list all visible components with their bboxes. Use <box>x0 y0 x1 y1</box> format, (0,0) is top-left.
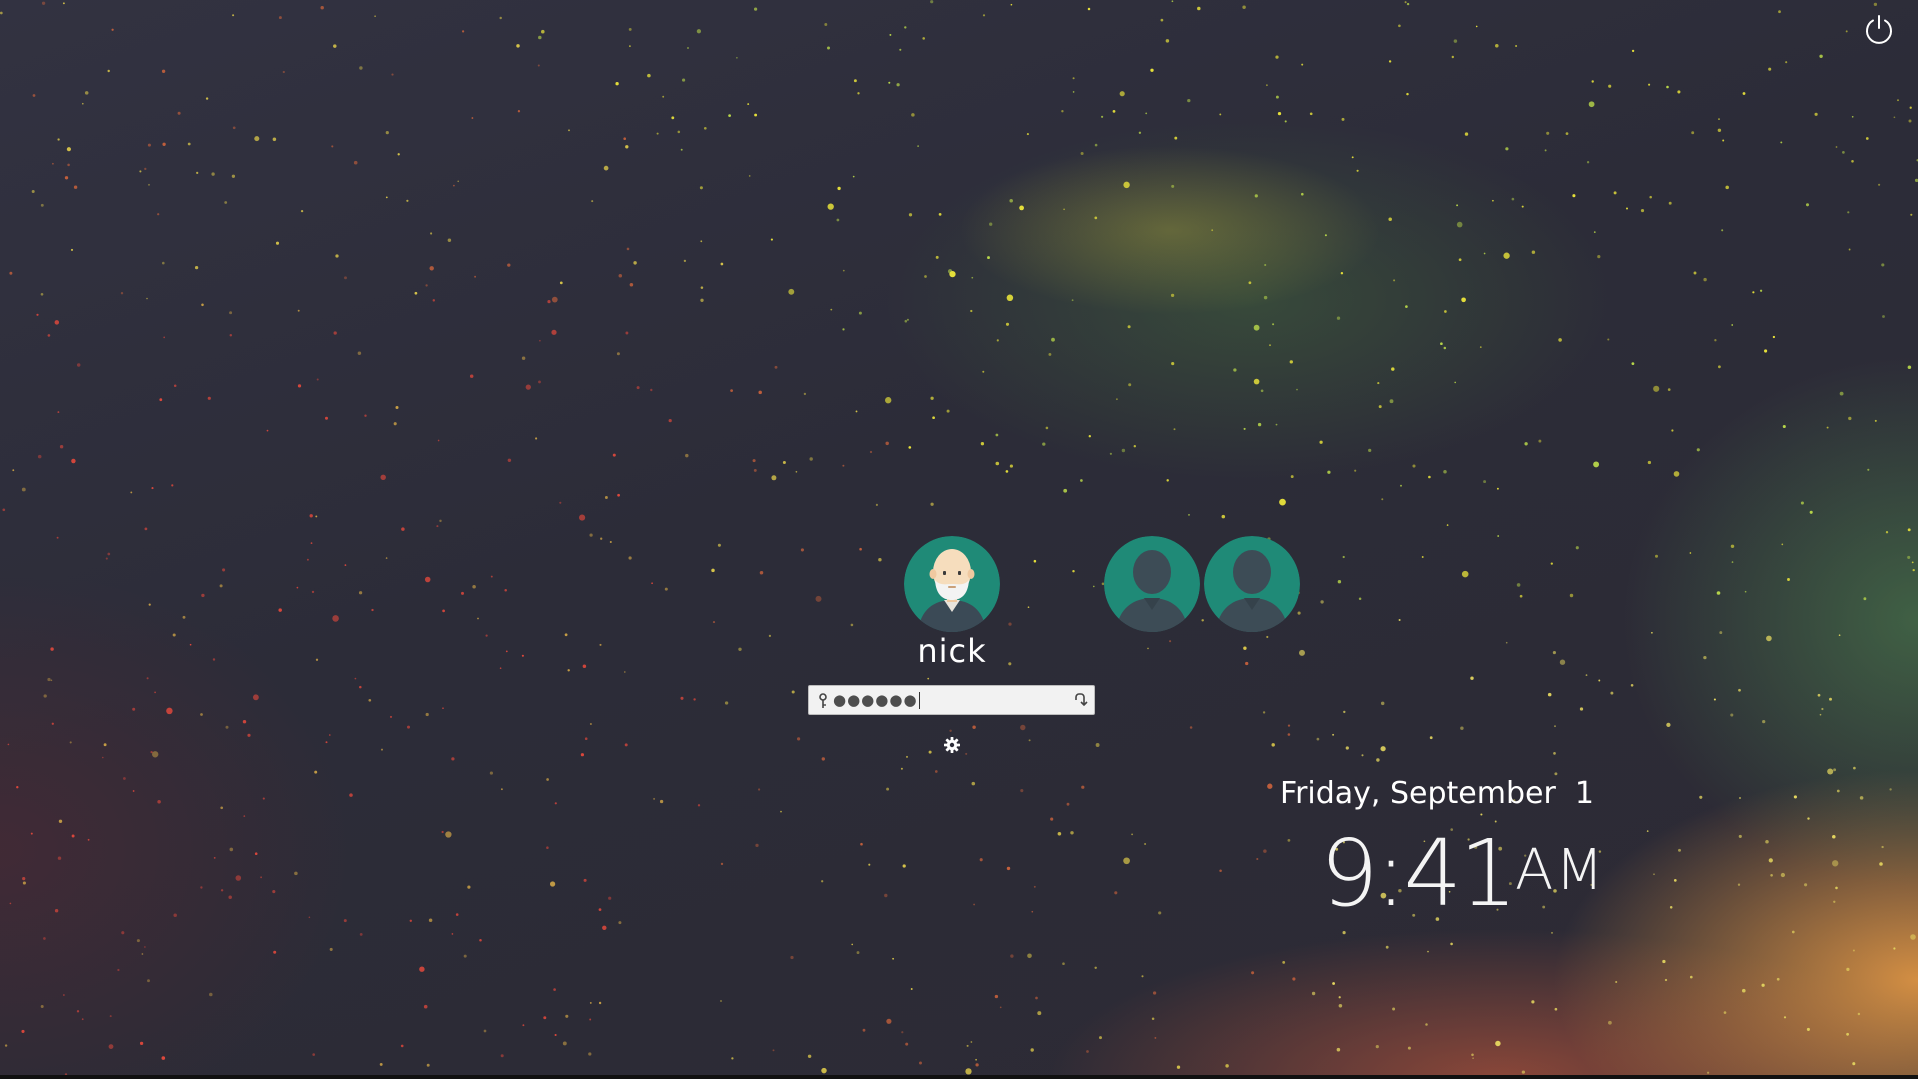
ampm-label: AM <box>1515 838 1606 903</box>
text-caret <box>919 692 920 709</box>
time-label: 9:41 <box>1320 820 1518 927</box>
default-user-silhouette-icon <box>1104 536 1200 632</box>
user-avatar-3[interactable] <box>1204 536 1300 632</box>
power-icon[interactable] <box>1862 12 1896 46</box>
user-avatar-2[interactable] <box>1104 536 1200 632</box>
password-field[interactable]: ●●●●●● <box>808 685 1095 715</box>
bottom-edge <box>0 1075 1918 1079</box>
selected-user-avatar[interactable] <box>904 536 1000 632</box>
enter-arrow-icon[interactable] <box>1072 692 1088 708</box>
password-masked-value: ●●●●●● <box>833 691 918 709</box>
bald-bearded-man-avatar-icon <box>904 536 1000 632</box>
gear-icon[interactable] <box>943 736 961 754</box>
date-label: Friday, September 1 <box>1280 776 1594 811</box>
username-label: nick <box>917 632 987 670</box>
key-icon <box>819 693 827 708</box>
default-user-silhouette-icon <box>1204 536 1300 632</box>
lock-screen: nick ●●●●●● Friday, September 1 9:41 AM <box>0 0 1918 1079</box>
